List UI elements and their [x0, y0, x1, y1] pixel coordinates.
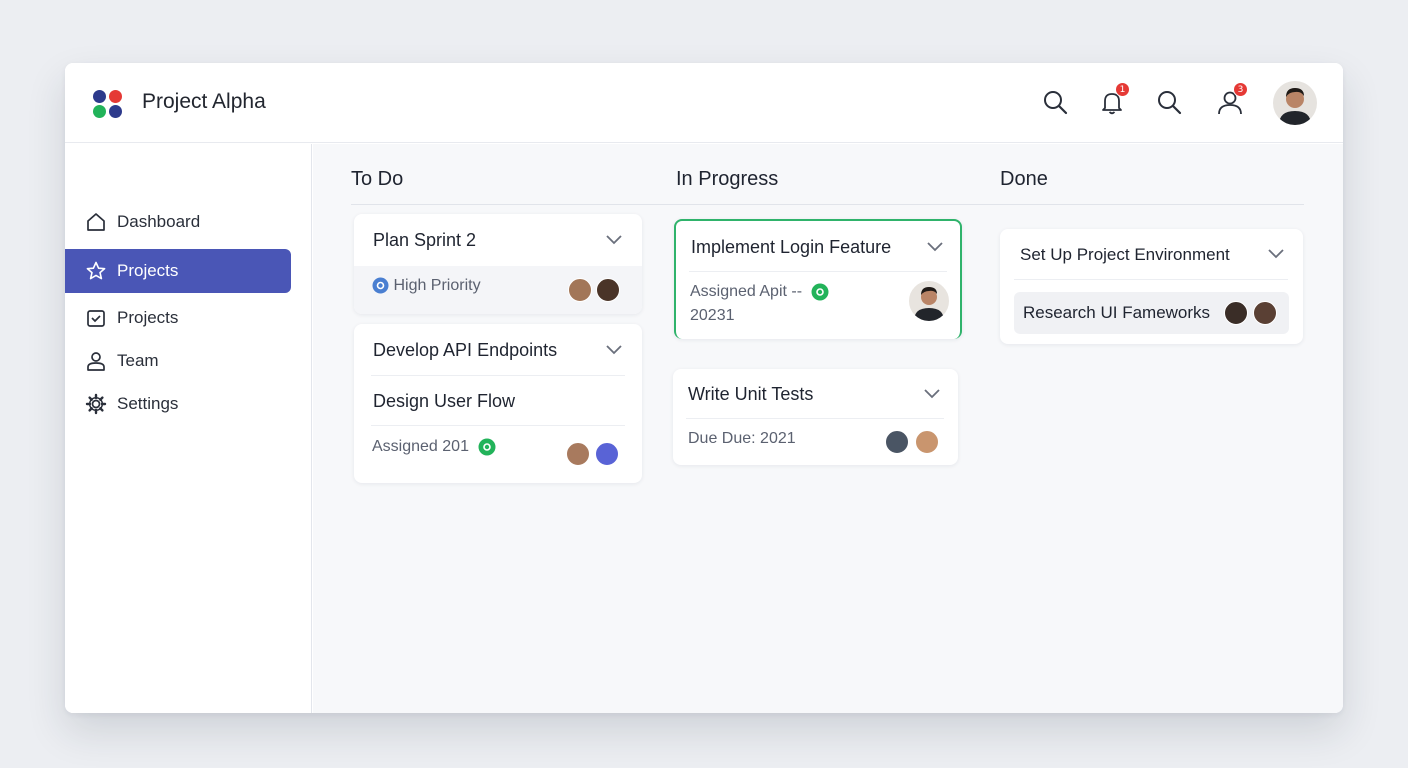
avatar — [568, 278, 592, 302]
bell-icon[interactable]: 1 — [1097, 82, 1130, 117]
card-title: Implement Login Feature — [691, 237, 892, 257]
chevron-down-icon[interactable] — [1268, 249, 1284, 259]
gear-icon — [85, 393, 107, 415]
person-icon — [87, 352, 105, 371]
sidebar-item-team[interactable]: Team — [65, 339, 291, 383]
avatar — [885, 430, 909, 454]
avatar — [908, 280, 950, 322]
sidebar-item-label: Projects — [117, 261, 179, 280]
due-date: Due Due: 2021 — [688, 430, 796, 447]
sidebar-item-label: Dashboard — [117, 212, 201, 231]
priority-label: High Priority — [372, 277, 481, 295]
card-divider — [689, 271, 947, 272]
sidebar-item-dashboard[interactable]: Dashboard — [65, 200, 291, 244]
sidebar-item-label: Projects — [117, 308, 179, 327]
chevron-down-icon[interactable] — [927, 242, 943, 252]
user-avatar[interactable] — [1273, 81, 1317, 125]
top-bar: Project Alpha 1 3 — [65, 63, 1343, 143]
search-icon[interactable] — [1040, 87, 1070, 117]
assigned-label: Assigned Apit -- — [690, 283, 829, 301]
card-title: Set Up Project Environment — [1020, 245, 1230, 264]
task-card-plan-sprint[interactable]: Plan Sprint 2 High Priority — [354, 214, 642, 314]
task-card-develop-api[interactable]: Develop API Endpoints Design User Flow A… — [354, 324, 642, 483]
due-date: 20231 — [690, 307, 735, 324]
sidebar-item-projects-active[interactable]: Projects — [65, 249, 291, 293]
task-card-setup-environment[interactable]: Set Up Project Environment Research UI F… — [1000, 229, 1303, 344]
kanban-board: To Do In Progress Done Plan Sprint 2 Hig… — [313, 144, 1343, 713]
user-icon[interactable]: 3 — [1215, 82, 1248, 117]
card-divider — [371, 425, 625, 426]
home-icon — [87, 213, 105, 231]
avatar — [1253, 301, 1277, 325]
star-icon — [86, 261, 106, 280]
calendar-icon — [87, 310, 105, 327]
card-divider — [686, 418, 944, 419]
column-title-done: Done — [1000, 168, 1048, 190]
assigned-label: Assigned 201 — [372, 438, 496, 456]
task-card-write-unit-tests[interactable]: Write Unit Tests Due Due: 2021 — [673, 369, 958, 465]
card-divider — [371, 375, 625, 376]
user-badge: 3 — [1233, 82, 1248, 97]
column-title-todo: To Do — [351, 168, 404, 190]
avatar — [566, 442, 590, 466]
app-logo-icon — [92, 89, 124, 119]
app-title: Project Alpha — [142, 90, 266, 113]
status-dot-icon — [811, 283, 829, 301]
priority-dot-icon — [372, 277, 389, 294]
card-title: Develop API Endpoints — [373, 340, 558, 360]
card-title: Write Unit Tests — [688, 384, 814, 404]
sidebar-item-settings[interactable]: Settings — [65, 382, 291, 426]
subtask-title: Research UI Fameworks — [1023, 303, 1211, 322]
column-title-in-progress: In Progress — [676, 168, 779, 190]
search-icon[interactable] — [1154, 87, 1184, 117]
chevron-down-icon[interactable] — [606, 235, 622, 245]
status-dot-icon — [478, 438, 496, 456]
sidebar-item-projects[interactable]: Projects — [65, 296, 291, 340]
avatar — [595, 442, 619, 466]
card-subtitle: Design User Flow — [373, 391, 516, 411]
notification-badge: 1 — [1115, 82, 1130, 97]
column-header-divider — [351, 204, 1304, 205]
chevron-down-icon[interactable] — [924, 389, 940, 399]
task-card-implement-login[interactable]: Implement Login Feature Assigned Apit --… — [674, 219, 962, 339]
app-window: Project Alpha 1 3 Dashboard Projects Pro… — [65, 63, 1343, 713]
chevron-down-icon[interactable] — [606, 345, 622, 355]
avatar — [915, 430, 939, 454]
avatar — [1224, 301, 1248, 325]
subtask-row[interactable]: Research UI Fameworks — [1014, 292, 1289, 334]
card-title: Plan Sprint 2 — [373, 230, 477, 250]
sidebar-item-label: Team — [117, 351, 159, 370]
card-divider — [1014, 279, 1288, 280]
sidebar-item-label: Settings — [117, 394, 179, 413]
sidebar: Dashboard Projects Projects Team Setting… — [65, 144, 312, 713]
avatar — [596, 278, 620, 302]
